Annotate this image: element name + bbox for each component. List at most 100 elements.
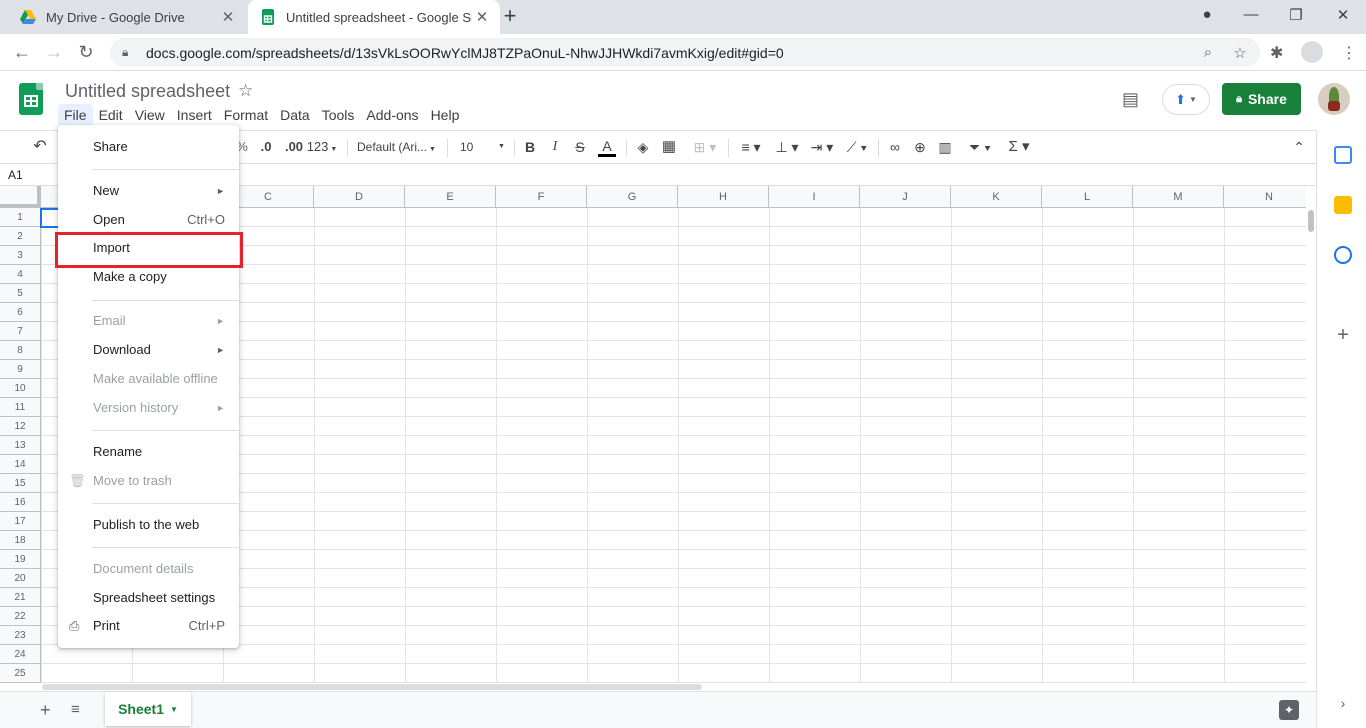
strikethrough-icon[interactable]: S xyxy=(572,138,588,156)
user-avatar[interactable] xyxy=(1318,83,1350,115)
all-sheets-icon[interactable]: ≡ xyxy=(71,701,80,718)
text-rotation-icon[interactable]: ⟋ ▾ xyxy=(842,138,872,156)
add-sheet-icon[interactable]: + xyxy=(40,700,51,721)
row-header-14[interactable]: 14 xyxy=(0,455,41,474)
vertical-scrollbar[interactable] xyxy=(1306,186,1316,683)
column-header-n[interactable]: N xyxy=(1224,186,1306,208)
tasks-icon[interactable] xyxy=(1334,246,1352,264)
show-panel-icon[interactable]: › xyxy=(1334,694,1352,712)
row-header-23[interactable]: 23 xyxy=(0,626,41,645)
column-header-j[interactable]: J xyxy=(860,186,951,208)
column-header-i[interactable]: I xyxy=(769,186,860,208)
menu-edit[interactable]: Edit xyxy=(93,104,129,126)
row-header-10[interactable]: 10 xyxy=(0,379,41,398)
row-header-21[interactable]: 21 xyxy=(0,588,41,607)
row-header-5[interactable]: 5 xyxy=(0,284,41,303)
menu-item-rename[interactable]: Rename xyxy=(58,439,239,465)
italic-icon[interactable]: I xyxy=(547,138,563,156)
add-addon-icon[interactable]: + xyxy=(1334,325,1352,345)
menu-help[interactable]: Help xyxy=(425,104,466,126)
row-header-13[interactable]: 13 xyxy=(0,436,41,455)
row-header-4[interactable]: 4 xyxy=(0,265,41,284)
insert-link-icon[interactable]: ∞ xyxy=(886,138,904,156)
back-icon[interactable]: ← xyxy=(11,42,33,64)
menu-item-make-available-offline[interactable]: Make available offline xyxy=(58,366,239,392)
menu-item-spreadsheet-settings[interactable]: Spreadsheet settings xyxy=(58,585,239,611)
menu-item-download[interactable]: Download ► xyxy=(58,337,239,363)
fill-color-icon[interactable]: ◈ xyxy=(634,138,652,156)
name-box[interactable]: A1 xyxy=(8,168,23,182)
menu-item-email[interactable]: Email ► xyxy=(58,308,239,334)
document-title[interactable]: Untitled spreadsheet xyxy=(65,81,230,102)
column-header-l[interactable]: L xyxy=(1042,186,1133,208)
row-header-18[interactable]: 18 xyxy=(0,531,41,550)
sheets-logo-icon[interactable] xyxy=(19,83,43,115)
star-icon[interactable]: ☆ xyxy=(238,81,253,101)
column-header-g[interactable]: G xyxy=(587,186,678,208)
menu-item-open[interactable]: Open Ctrl+O xyxy=(58,207,239,233)
menu-item-version-history[interactable]: Version history ► xyxy=(58,395,239,421)
row-header-1[interactable]: 1 xyxy=(0,208,41,227)
row-header-9[interactable]: 9 xyxy=(0,360,41,379)
increase-decimal-button[interactable]: .00 xyxy=(282,138,306,156)
menu-item-new[interactable]: New ► xyxy=(58,178,239,204)
insert-chart-icon[interactable]: ▥ xyxy=(936,138,954,156)
menu-data[interactable]: Data xyxy=(274,104,316,126)
select-all-corner[interactable] xyxy=(0,186,41,208)
merge-cells-icon[interactable]: ⊞ ▾ xyxy=(688,138,722,156)
close-window-icon[interactable]: ✕ xyxy=(1332,6,1354,24)
vertical-scroll-thumb[interactable] xyxy=(1308,210,1314,232)
undo-icon[interactable]: ↶ xyxy=(30,138,50,156)
new-tab-icon[interactable]: + xyxy=(498,5,522,29)
row-header-2[interactable]: 2 xyxy=(0,227,41,246)
text-color-icon[interactable]: A xyxy=(598,138,616,157)
menu-tools[interactable]: Tools xyxy=(316,104,361,126)
sheet-tab-sheet1[interactable]: Sheet1 ▼ xyxy=(105,692,191,726)
explore-icon[interactable]: ✦ xyxy=(1279,700,1299,720)
chrome-menu-icon[interactable]: ⋮ xyxy=(1341,43,1357,63)
horizontal-scroll-thumb[interactable] xyxy=(42,684,702,690)
tab-untitled-spreadsheet[interactable]: Untitled spreadsheet - Google Sh ✕ xyxy=(248,0,500,34)
row-header-7[interactable]: 7 xyxy=(0,322,41,341)
column-header-d[interactable]: D xyxy=(314,186,405,208)
menu-file[interactable]: File xyxy=(58,104,93,126)
column-header-k[interactable]: K xyxy=(951,186,1042,208)
number-format-dropdown[interactable]: 123 ▼ xyxy=(306,138,338,159)
horizontal-align-icon[interactable]: ≡ ▾ xyxy=(736,138,766,156)
bookmark-star-icon[interactable]: ☆ xyxy=(1228,44,1252,62)
row-header-20[interactable]: 20 xyxy=(0,569,41,588)
column-header-m[interactable]: M xyxy=(1133,186,1224,208)
row-header-24[interactable]: 24 xyxy=(0,645,41,664)
calendar-icon[interactable] xyxy=(1334,146,1352,164)
row-header-3[interactable]: 3 xyxy=(0,246,41,265)
collapse-toolbar-icon[interactable]: ⌃ xyxy=(1290,138,1308,156)
menu-item-share[interactable]: Share xyxy=(58,134,239,160)
row-header-6[interactable]: 6 xyxy=(0,303,41,322)
menu-view[interactable]: View xyxy=(129,104,171,126)
comments-icon[interactable]: ▤ xyxy=(1122,89,1139,110)
present-button[interactable]: ⬆︎ ▼ xyxy=(1162,84,1210,115)
row-header-25[interactable]: 25 xyxy=(0,664,41,683)
forward-icon[interactable]: → xyxy=(43,42,65,64)
menu-item-document-details[interactable]: Document details xyxy=(58,556,239,582)
maximize-icon[interactable]: ❐ xyxy=(1285,6,1307,24)
profile-avatar[interactable] xyxy=(1301,41,1323,63)
menu-item-move-to-trash[interactable]: 🗑︎ Move to trash xyxy=(58,468,239,494)
row-header-11[interactable]: 11 xyxy=(0,398,41,417)
row-header-8[interactable]: 8 xyxy=(0,341,41,360)
keep-icon[interactable] xyxy=(1334,196,1352,214)
menu-item-publish-to-web[interactable]: Publish to the web xyxy=(58,512,239,538)
tab-my-drive[interactable]: My Drive - Google Drive ✕ xyxy=(8,0,246,34)
row-header-17[interactable]: 17 xyxy=(0,512,41,531)
zoom-icon[interactable]: ⌕ xyxy=(1196,44,1220,61)
row-header-19[interactable]: 19 xyxy=(0,550,41,569)
font-size-dropdown[interactable]: 10 ▼ xyxy=(460,138,508,156)
column-header-h[interactable]: H xyxy=(678,186,769,208)
row-header-15[interactable]: 15 xyxy=(0,474,41,493)
row-header-22[interactable]: 22 xyxy=(0,607,41,626)
minimize-icon[interactable]: — xyxy=(1240,6,1262,23)
menu-insert[interactable]: Insert xyxy=(171,104,218,126)
menu-format[interactable]: Format xyxy=(218,104,274,126)
menu-item-print[interactable]: ⎙ Print Ctrl+P xyxy=(58,613,239,639)
filter-icon[interactable]: ⏷ ▾ xyxy=(962,138,998,156)
